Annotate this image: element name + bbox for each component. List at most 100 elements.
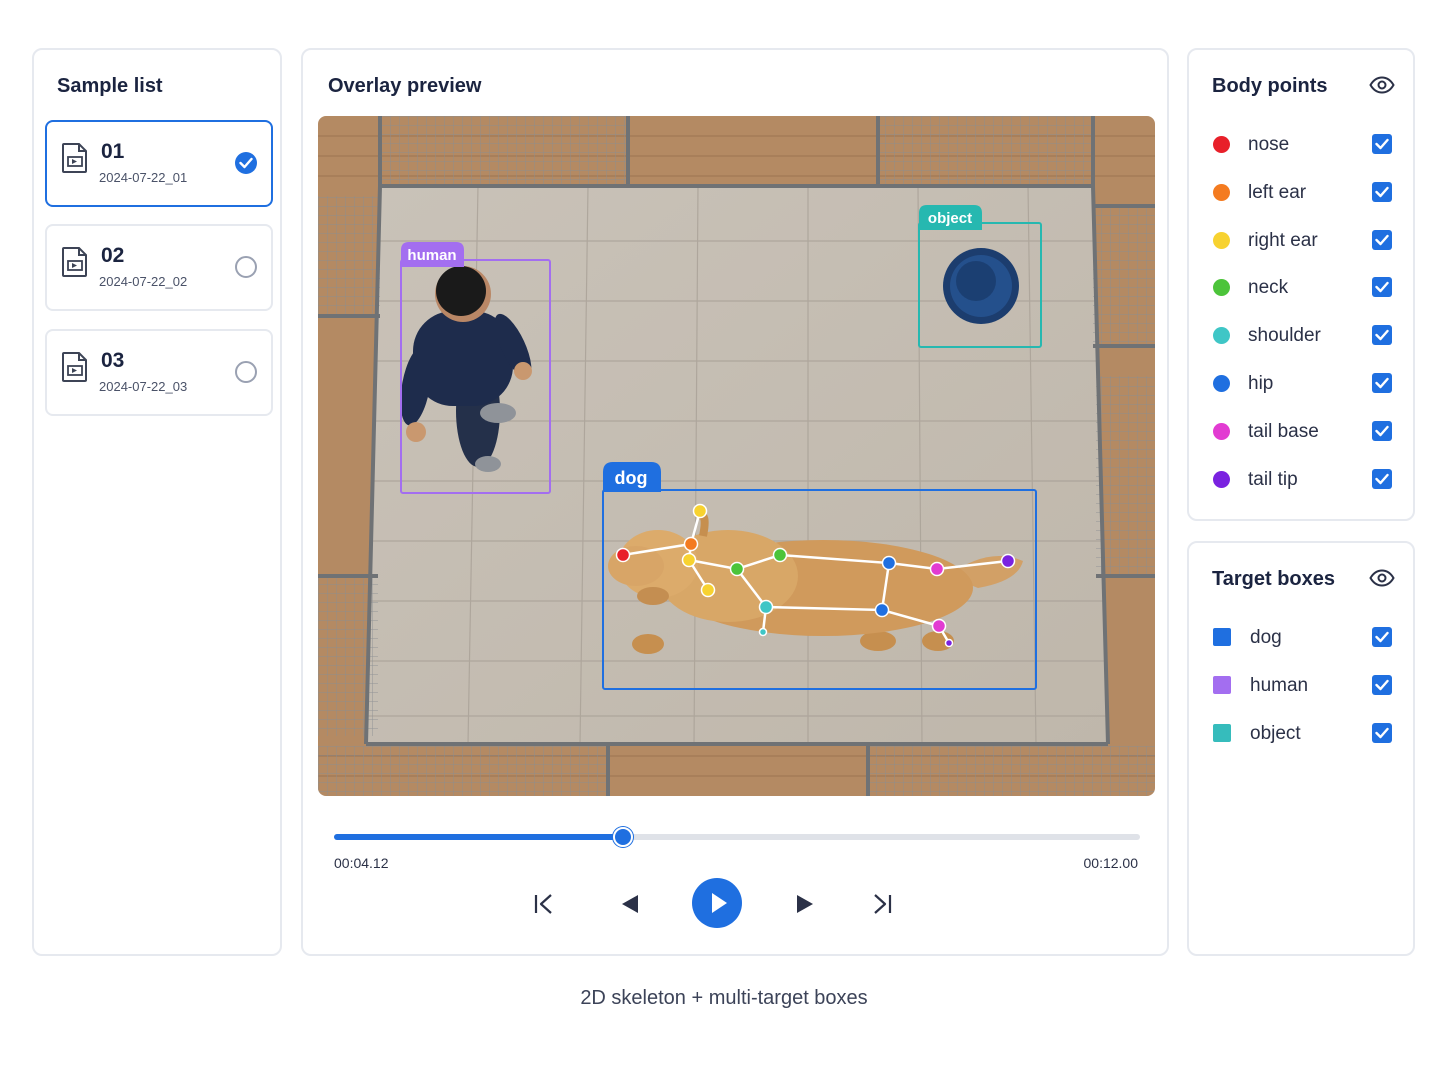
body-point-row-tail-tip: tail tip [1189, 465, 1413, 495]
sample-id: 03 [101, 349, 125, 372]
total-time: 00:12.00 [1083, 855, 1139, 871]
current-time: 00:04.12 [334, 855, 389, 871]
dog-checkbox[interactable] [1372, 627, 1392, 647]
body-point-label: tail base [1248, 420, 1319, 442]
object-color-swatch [1213, 723, 1231, 742]
sample-list-panel: Sample list 01 2024-07-22_01 02 2024-07-… [32, 48, 282, 956]
tail-base-checkbox[interactable] [1372, 420, 1392, 441]
human-color-swatch [1213, 675, 1231, 694]
human-box-label-text: human [407, 247, 456, 264]
keypoint-nose [615, 547, 631, 563]
sample-date: 2024-07-22_02 [99, 274, 188, 289]
keypoint-shoulder [758, 599, 774, 615]
sample-date: 2024-07-22_03 [99, 379, 188, 394]
keypoint-neck [729, 561, 745, 577]
keypoint-shoulder-2 [758, 627, 768, 637]
hip-color-dot [1213, 375, 1230, 392]
dog-color-swatch [1213, 628, 1231, 646]
keypoint-neck-2 [772, 547, 788, 563]
skip-start-icon[interactable] [533, 893, 555, 915]
step-forward-icon[interactable] [795, 893, 815, 915]
body-point-label: neck [1248, 277, 1289, 299]
keypoint-right-ear-2 [681, 552, 697, 568]
keypoint-left-ear [683, 536, 699, 552]
body-point-row-neck: neck [1189, 273, 1413, 303]
play-icon [712, 893, 727, 913]
dog-box-label: dog [603, 462, 661, 492]
keypoint-tail-base-2 [931, 618, 947, 634]
keypoint-tail-base [929, 561, 945, 577]
sample-id: 01 [101, 140, 125, 163]
nose-checkbox[interactable] [1372, 134, 1392, 154]
neck-checkbox[interactable] [1372, 277, 1392, 298]
shoulder-color-dot [1213, 327, 1230, 345]
human-box-label: human [401, 242, 464, 267]
body-point-label: left ear [1248, 181, 1307, 203]
body-point-row-tail-base: tail base [1189, 417, 1413, 447]
body-point-row-right-ear: right ear [1189, 226, 1413, 256]
shoulder-checkbox[interactable] [1372, 325, 1392, 346]
right-ear-checkbox[interactable] [1372, 229, 1392, 250]
step-back-icon[interactable] [620, 893, 640, 915]
body-point-row-shoulder: shoulder [1189, 321, 1413, 351]
sample-item-02[interactable]: 02 2024-07-22_02 [45, 224, 273, 311]
object-box-label: object [919, 205, 982, 230]
video-scene: human object dog [318, 116, 1155, 796]
sample-id: 02 [101, 244, 125, 267]
keypoint-tail-tip [1000, 553, 1016, 569]
seek-bar[interactable] [334, 827, 1140, 847]
overlay-preview-panel: Overlay preview human object dog 00:04.1… [301, 48, 1169, 956]
seek-thumb[interactable] [612, 827, 633, 847]
video-file-icon [62, 247, 87, 277]
video-file-icon [62, 352, 87, 382]
sample-date: 2024-07-22_01 [99, 170, 188, 185]
selected-check-icon[interactable] [235, 152, 257, 174]
keypoint-hip [881, 555, 897, 571]
tail-tip-color-dot [1213, 470, 1230, 488]
seek-progress [334, 834, 623, 840]
body-point-label: shoulder [1248, 325, 1321, 347]
target-box-label: dog [1250, 627, 1282, 648]
human-checkbox[interactable] [1372, 674, 1392, 695]
sample-list-title: Sample list [57, 75, 163, 97]
video-file-icon [62, 143, 87, 173]
keypoint-right-ear-3 [700, 582, 716, 598]
target-box-label: human [1250, 674, 1309, 696]
eye-icon[interactable] [1369, 569, 1395, 587]
target-box-row-object: object [1189, 719, 1413, 749]
caption: 2D skeleton + multi-target boxes [580, 987, 868, 1009]
object-checkbox[interactable] [1372, 722, 1392, 743]
target-box-row-dog: dog [1189, 623, 1413, 653]
keypoint-hip-2 [874, 602, 890, 618]
keypoint-tail-tip-2 [944, 638, 954, 648]
body-point-label: right ear [1248, 229, 1318, 251]
hip-checkbox[interactable] [1372, 373, 1392, 393]
sample-item-03[interactable]: 03 2024-07-22_03 [45, 329, 273, 416]
object-box-label-text: object [928, 210, 972, 227]
body-point-label: nose [1248, 134, 1290, 155]
overlay-preview-title: Overlay preview [328, 75, 482, 97]
play-button[interactable] [692, 878, 742, 928]
eye-icon[interactable] [1369, 76, 1395, 94]
body-point-label: hip [1248, 373, 1274, 394]
body-point-row-left-ear: left ear [1189, 178, 1413, 208]
body-point-label: tail tip [1248, 468, 1298, 490]
skip-end-icon[interactable] [871, 893, 893, 915]
body-points-title: Body points [1212, 75, 1328, 97]
keypoint-right-ear [692, 503, 708, 519]
body-point-row-hip: hip [1189, 369, 1413, 399]
video-frame[interactable]: human object dog [318, 116, 1155, 796]
nose-color-dot [1213, 136, 1230, 153]
left-ear-checkbox[interactable] [1372, 181, 1392, 202]
tail-tip-checkbox[interactable] [1372, 468, 1392, 489]
radio-button[interactable] [235, 256, 257, 278]
tail-base-color-dot [1213, 422, 1230, 440]
target-box-row-human: human [1189, 671, 1413, 701]
body-point-row-nose: nose [1189, 130, 1413, 160]
sample-item-01[interactable]: 01 2024-07-22_01 [45, 120, 273, 207]
bowl-object [943, 248, 1019, 324]
dog-box-label-text: dog [615, 468, 648, 488]
neck-color-dot [1213, 279, 1230, 297]
radio-button[interactable] [235, 361, 257, 383]
target-box-label: object [1250, 722, 1301, 744]
